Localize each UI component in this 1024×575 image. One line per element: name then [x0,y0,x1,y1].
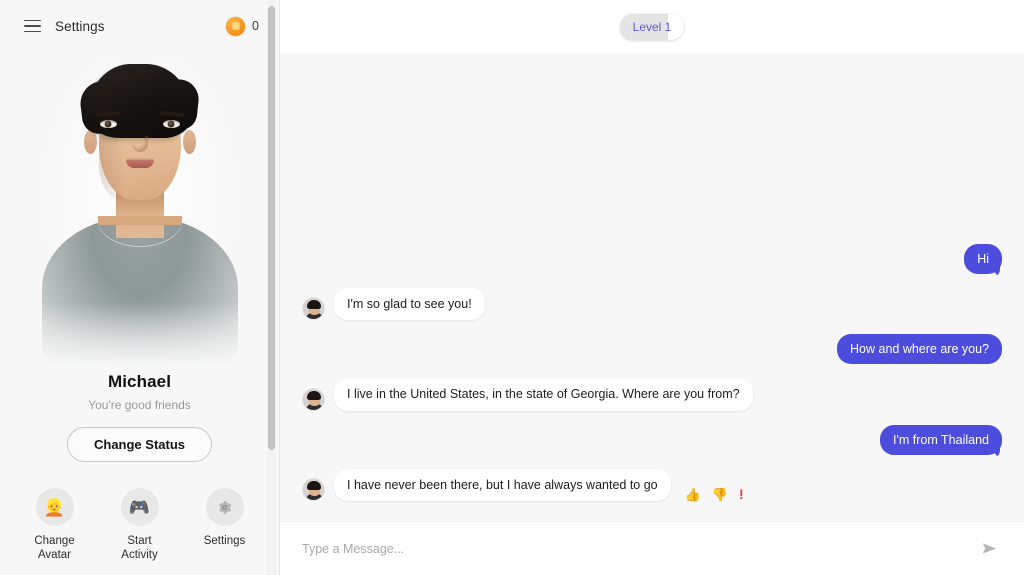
action-settings[interactable]: Settings [182,488,267,563]
avatar-stage[interactable] [0,52,279,364]
thumbs-up-icon[interactable]: 👍 [685,488,701,501]
hamburger-icon[interactable] [24,19,41,33]
person-emoji-icon: 👱 [35,488,74,526]
sidebar-scrollbar-thumb[interactable] [268,6,275,450]
action-label-line1: Change [34,535,75,547]
reaction-bar: 👍 👎 ! [685,487,744,501]
level-badge[interactable]: Level 1 [619,14,685,40]
action-start-activity[interactable]: 🎮 Start Activity [97,488,182,563]
exclamation-icon[interactable]: ! [739,487,744,501]
action-label-line1: Start [127,535,152,547]
message-composer [280,521,1024,575]
coin-count: 0 [252,19,259,33]
action-settings-label: Settings [203,535,246,547]
message-bubble-incoming[interactable]: I live in the United States, in the stat… [334,378,753,411]
level-badge-label: Level 1 [632,20,672,34]
message-bubble-incoming[interactable]: I'm so glad to see you! [334,287,485,320]
coin-icon [226,16,246,36]
message-bubble-incoming[interactable]: I have never been there, but I have alwa… [334,468,671,501]
chat-panel: Level 1 Hi I'm so glad to see you! How a… [280,0,1024,575]
chat-header: Level 1 [280,0,1024,54]
sidebar-title: Settings [55,18,105,34]
action-change-avatar[interactable]: 👱 Change Avatar [12,488,97,563]
profile-sidebar: Settings 0 Michael You're good friends C… [0,0,280,575]
avatar-eye-right [162,120,180,128]
thumbs-down-icon[interactable]: 👎 [712,488,728,501]
message-bubble-outgoing[interactable]: How and where are you? [837,334,1002,365]
avatar [302,387,325,411]
message-row: I have never been there, but I have alwa… [302,468,1002,501]
message-list: Hi I'm so glad to see you! How and where… [280,54,1024,521]
gear-icon [205,488,244,526]
coin-balance[interactable]: 0 [226,16,259,36]
message-row: I'm from Thailand [302,424,1002,455]
message-bubble-outgoing[interactable]: I'm from Thailand [880,424,1002,455]
action-start-activity-label: Start Activity [121,534,157,563]
message-input[interactable] [302,541,976,556]
sidebar-header: Settings 0 [0,0,279,52]
profile-name: Michael [107,372,172,391]
change-status-button[interactable]: Change Status [66,427,212,462]
avatar-ear-left [83,130,97,154]
message-bubble-outgoing[interactable]: Hi [964,243,1002,274]
message-row: Hi [302,243,1002,274]
avatar [34,56,245,364]
send-icon [982,543,996,554]
avatar-nose [132,136,148,152]
avatar [302,478,325,501]
send-button[interactable] [976,536,1002,562]
avatar-mouth [125,160,154,168]
quick-actions-grid: 👱 Change Avatar 🎮 Start Activity Setting… [0,488,279,575]
action-change-avatar-label: Change Avatar [34,534,74,563]
message-row: How and where are you? [302,334,1002,365]
profile-relationship: You're good friends [88,398,191,412]
message-row: I'm so glad to see you! [302,287,1002,320]
gamepad-emoji-icon: 🎮 [120,488,159,526]
action-label-line2: Activity [121,549,158,562]
avatar-ear-right [182,130,196,154]
message-row: I live in the United States, in the stat… [302,378,1002,411]
avatar-eye-left [99,120,117,128]
avatar [302,297,325,320]
app-root: Settings 0 Michael You're good friends C… [0,0,1024,575]
action-label-line2: Avatar [37,549,71,562]
